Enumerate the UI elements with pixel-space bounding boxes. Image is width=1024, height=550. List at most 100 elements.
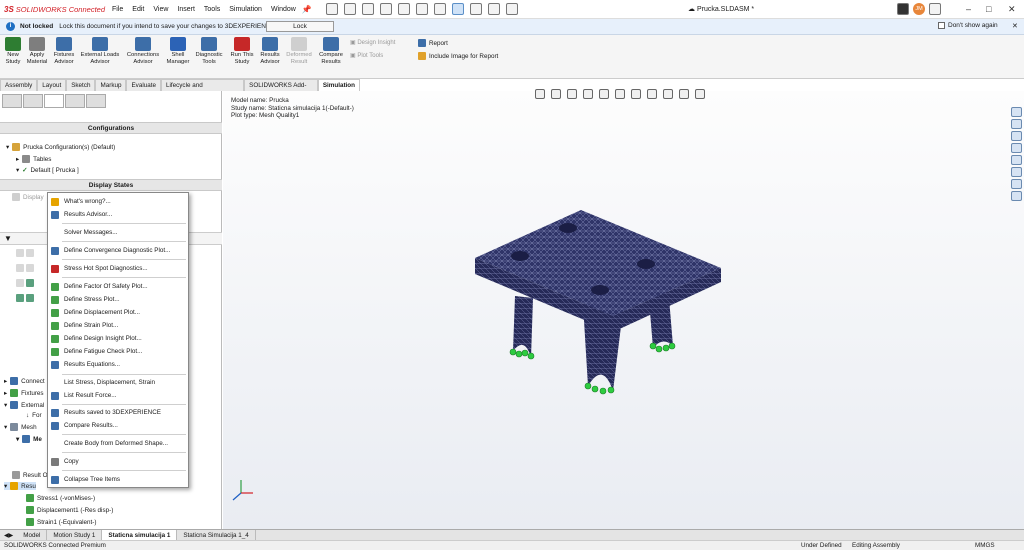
close-icon[interactable]: ✕ [1008,4,1016,15]
tree-result-displacement[interactable]: Displacement1 (-Res disp-) [26,506,113,514]
dont-show-checkbox[interactable] [938,22,945,29]
minimize-icon[interactable]: – [966,4,971,14]
menu-edit[interactable]: Edit [132,6,144,13]
tables-node[interactable]: ▸ Tables [16,155,51,163]
external-loads-advisor-button[interactable]: External Loads Advisor [80,37,120,66]
tab-motion-study[interactable]: Motion Study 1 [47,529,103,541]
rebuild-icon[interactable] [487,3,500,15]
tab-scroll-icons[interactable]: ◀▶ [0,532,17,539]
connections-advisor-button[interactable]: Connections Advisor [124,37,162,66]
tab-assembly[interactable]: Assembly [0,79,38,91]
tree-result-stress[interactable]: Stress1 (-vonMises-) [26,494,95,502]
run-study-button[interactable]: Run This Study [228,37,256,66]
menu-convergence-plot[interactable]: Define Convergence Diagnostic Plot... [48,245,188,257]
graphics-viewport[interactable]: Model name: Prucka Study name: Staticna … [223,89,1024,529]
appearances-icon[interactable] [1011,155,1022,165]
menu-whats-wrong[interactable]: What's wrong?... [48,196,188,208]
tree-fixtures[interactable]: ▸ Fixtures [4,389,44,397]
menu-window[interactable]: Window [271,6,296,13]
tab-model[interactable]: Model [17,529,48,541]
tab-evaluate[interactable]: Evaluate [126,79,161,91]
tab-markup[interactable]: Markup [95,79,127,91]
redo-icon[interactable] [433,3,446,15]
command-prompt-icon[interactable] [897,3,909,15]
menu-create-body[interactable]: Create Body from Deformed Shape... [48,438,188,450]
select-cursor-icon[interactable] [451,3,464,15]
menu-saved-3dx[interactable]: Results saved to 3DEXPERIENCE [48,407,188,419]
tree-connections[interactable]: ▸ Connect [4,377,45,385]
display-manager-tab-icon[interactable] [86,94,106,108]
display-style-icon[interactable] [615,89,625,99]
undo-icon[interactable] [415,3,428,15]
tree-result-options[interactable]: Result O [12,471,48,479]
dimxpert-tab-icon[interactable] [65,94,85,108]
edit-appearance-icon[interactable] [647,89,657,99]
tab-staticna-simulacija-1-4[interactable]: Staticna Simulacija 1_4 [177,529,256,541]
previous-view-icon[interactable] [567,89,577,99]
include-image-button[interactable]: Include Image for Report [418,52,498,60]
tree-results[interactable]: ▾ Resu [4,482,36,490]
menu-tools[interactable]: Tools [204,6,220,13]
tree-mesh-quality[interactable]: ▾ Me [16,435,42,443]
view-palette-icon[interactable] [1011,143,1022,153]
design-library-icon[interactable] [1011,119,1022,129]
menu-file[interactable]: File [112,6,123,13]
menu-fos-plot[interactable]: Define Factor Of Safety Plot... [48,281,188,293]
tab-sketch[interactable]: Sketch [66,79,96,91]
close-bar-icon[interactable]: ✕ [1012,22,1018,30]
resources-icon[interactable] [1011,107,1022,117]
dont-show-again[interactable]: Don't show again [938,22,998,29]
menu-view[interactable]: View [153,6,168,13]
feature-tree-tab-icon[interactable] [2,94,22,108]
lock-button[interactable]: Lock [266,21,334,32]
menu-fatigue-plot[interactable]: Define Fatigue Check Plot... [48,346,188,358]
view-orientation-icon[interactable] [599,89,609,99]
print-icon[interactable] [397,3,410,15]
tree-external-loads[interactable]: ▾ External [4,401,44,409]
report-button[interactable]: Report [418,39,448,47]
config-root[interactable]: ▾ Prucka Configuration(s) (Default) [6,143,115,151]
tree-mesh[interactable]: ▾ Mesh [4,423,37,431]
hide-show-icon[interactable] [631,89,641,99]
zoom-area-icon[interactable] [551,89,561,99]
save-icon[interactable] [379,3,392,15]
unit-system[interactable]: MMGS [975,542,995,549]
results-advisor-button[interactable]: Results Advisor [258,37,282,66]
menu-strain-plot[interactable]: Define Strain Plot... [48,320,188,332]
menu-results-equations[interactable]: Results Equations... [48,359,188,371]
diagnostic-tools-button[interactable]: Diagnostic Tools [195,37,223,66]
menu-list-stress[interactable]: List Stress, Displacement, Strain [48,377,188,389]
menu-stress-plot[interactable]: Define Stress Plot... [48,294,188,306]
display-pane-icon[interactable] [695,89,705,99]
tree-force[interactable]: ↓ For [26,412,42,419]
file-explorer-icon[interactable] [1011,131,1022,141]
compare-results-button[interactable]: Compare Results [316,37,346,66]
home-icon[interactable] [325,3,338,15]
custom-properties-icon[interactable] [1011,167,1022,177]
section-view-icon[interactable] [583,89,593,99]
menu-solver-messages[interactable]: Solver Messages... [48,227,188,239]
plot-tools-button[interactable]: ▣ Plot Tools [350,52,383,59]
menu-list-result-force[interactable]: List Result Force... [48,390,188,402]
new-document-icon[interactable] [343,3,356,15]
shell-manager-button[interactable]: Shell Manager [164,37,192,66]
menu-design-insight-plot[interactable]: Define Design Insight Plot... [48,333,188,345]
design-insight-button[interactable]: ▣ Design Insight [350,39,395,46]
menu-copy[interactable]: Copy [48,456,188,468]
zoom-to-fit-icon[interactable] [535,89,545,99]
menu-compare-results[interactable]: Compare Results... [48,420,188,432]
options-gear-icon[interactable] [505,3,518,15]
tab-simulation[interactable]: Simulation [317,79,360,91]
property-manager-tab-icon[interactable] [23,94,43,108]
filter-icon[interactable]: ▼ [4,234,12,243]
deformed-result-button[interactable]: Deformed Result [284,37,314,66]
tree-result-strain[interactable]: Strain1 (-Equivalent-) [26,518,97,526]
fixtures-advisor-button[interactable]: Fixtures Advisor [52,37,76,66]
help-icon[interactable] [929,3,941,15]
apply-material-button[interactable]: Apply Material [26,37,48,66]
menu-simulation[interactable]: Simulation [229,6,262,13]
maximize-icon[interactable]: □ [986,4,991,14]
display-state-item[interactable]: Display [12,193,44,201]
forum-icon[interactable] [1011,179,1022,189]
menu-displacement-plot[interactable]: Define Displacement Plot... [48,307,188,319]
